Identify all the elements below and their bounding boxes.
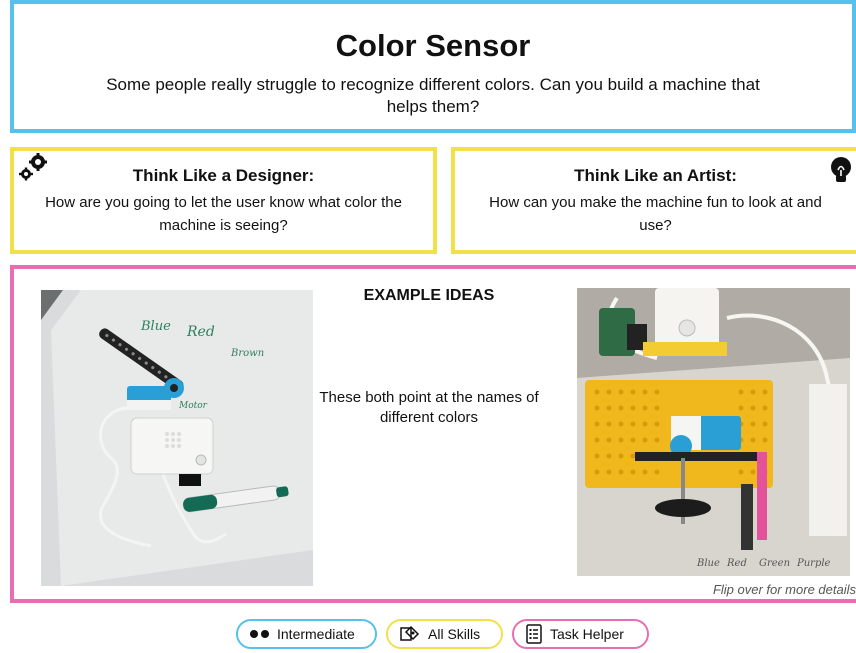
handwritten-label: Red — [186, 324, 215, 340]
handwritten-label: Purple — [796, 558, 831, 569]
example-ideas-title: EXAMPLE IDEAS — [363, 287, 495, 304]
difficulty-dots-icon — [250, 630, 269, 638]
designer-card-text: How are you going to let the user know w… — [45, 194, 402, 234]
handwritten-label: Blue — [140, 319, 171, 334]
example-ideas-section: Blue Red Brown Motor EXAMPLE IDEAS These… — [10, 265, 856, 603]
handwritten-label: Red — [726, 558, 747, 569]
skills-badge[interactable]: All Skills — [386, 619, 503, 649]
artist-card-text: How can you make the machine fun to look… — [489, 194, 822, 234]
artist-card: Think Like an Artist: How can you make t… — [451, 147, 856, 254]
skills-icon — [400, 625, 420, 641]
example-ideas-text: These both point at the names of differe… — [319, 389, 539, 426]
example-photo-yellow-build: Blue Red Green Purple — [577, 288, 850, 576]
flip-over-note: Flip over for more details — [712, 582, 856, 597]
designer-card-title: Think Like a Designer: — [132, 166, 315, 185]
page-title: Color Sensor — [335, 28, 531, 63]
handwritten-label: Blue — [696, 558, 720, 569]
difficulty-label: Intermediate — [277, 626, 355, 642]
example-photo-color-words: Blue Red Brown Motor — [41, 290, 313, 586]
designer-card: Think Like a Designer: How are you going… — [10, 147, 437, 254]
artist-card-title: Think Like an Artist: — [574, 166, 737, 185]
difficulty-badge[interactable]: Intermediate — [236, 619, 377, 649]
header-section: Color Sensor Some people really struggle… — [10, 0, 856, 133]
intro-text: Some people really struggle to recognize… — [106, 75, 760, 116]
skills-label: All Skills — [428, 626, 481, 642]
handwritten-label: Brown — [230, 348, 264, 359]
handwritten-label: Green — [759, 558, 790, 569]
task-helper-badge[interactable]: Task Helper — [512, 619, 649, 649]
handwritten-label: Motor — [178, 401, 208, 411]
task-helper-label: Task Helper — [550, 626, 624, 642]
checklist-icon — [526, 624, 542, 644]
